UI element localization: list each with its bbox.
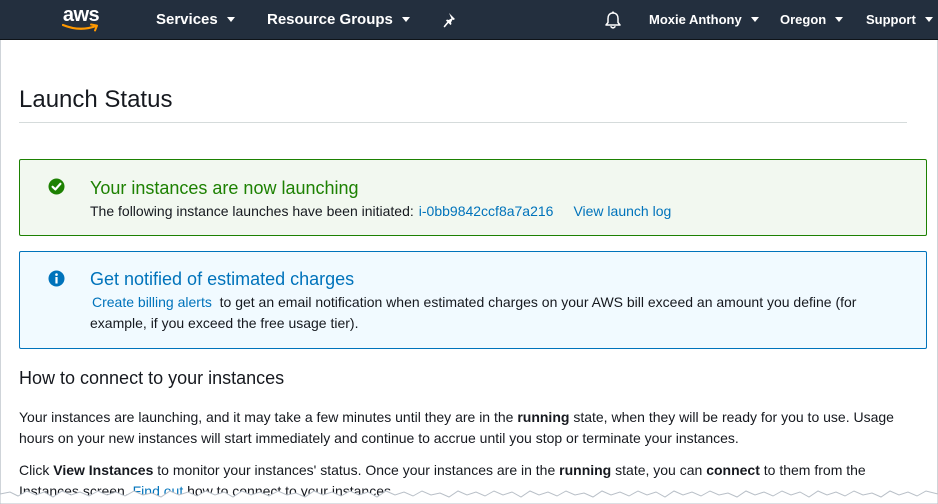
aws-smile-icon xyxy=(62,23,98,32)
user-name: Moxie Anthony xyxy=(649,12,742,27)
resource-groups-menu[interactable]: Resource Groups xyxy=(267,0,410,40)
region-menu[interactable]: Oregon xyxy=(780,0,844,40)
p2-view-instances: View Instances xyxy=(53,462,154,478)
aws-logo[interactable]: aws xyxy=(58,4,104,36)
bell-icon[interactable] xyxy=(604,11,622,30)
info-alert-body: Create billing alerts to get an email no… xyxy=(90,292,890,334)
support-label: Support xyxy=(866,12,916,27)
p2-text-a: Click xyxy=(19,462,50,478)
chevron-down-icon xyxy=(750,17,759,23)
check-circle-icon xyxy=(48,178,65,195)
create-billing-alerts-link[interactable]: Create billing alerts xyxy=(92,294,212,310)
p1-running: running xyxy=(517,409,570,425)
services-menu[interactable]: Services xyxy=(156,0,235,40)
top-navigation-bar: aws Services Resource Groups Moxie Antho… xyxy=(0,0,938,40)
region-name: Oregon xyxy=(780,12,827,27)
launch-success-alert: Your instances are now launching The fol… xyxy=(19,159,927,236)
success-alert-text: The following instance launches have bee… xyxy=(90,203,414,219)
chevron-down-icon xyxy=(924,17,933,23)
title-divider xyxy=(19,122,907,123)
instance-id-link[interactable]: i-0bb9842ccf8a7a216 xyxy=(419,203,554,219)
page-title: Launch Status xyxy=(19,86,173,113)
user-menu[interactable]: Moxie Anthony xyxy=(649,0,759,40)
p2-running: running xyxy=(559,462,612,478)
chevron-down-icon xyxy=(401,16,410,22)
p2-text-c: to monitor your instances' status. Once … xyxy=(157,462,556,478)
billing-info-alert: Get notified of estimated charges Create… xyxy=(19,251,927,349)
chevron-down-icon xyxy=(835,17,844,23)
services-label: Services xyxy=(156,11,218,28)
p2-connect: connect xyxy=(706,462,760,478)
success-alert-body: The following instance launches have bee… xyxy=(90,201,671,222)
info-circle-icon xyxy=(48,270,65,287)
torn-edge xyxy=(0,490,938,504)
success-alert-title: Your instances are now launching xyxy=(90,178,359,198)
pin-icon[interactable] xyxy=(443,12,459,28)
view-launch-log-link[interactable]: View launch log xyxy=(573,203,671,219)
info-alert-title: Get notified of estimated charges xyxy=(90,269,355,289)
support-menu[interactable]: Support xyxy=(866,0,933,40)
chevron-down-icon xyxy=(226,16,235,22)
connect-heading: How to connect to your instances xyxy=(19,368,285,388)
p2-text-e: state, you can xyxy=(615,462,703,478)
p1-text-a: Your instances are launching, and it may… xyxy=(19,409,514,425)
resource-groups-label: Resource Groups xyxy=(267,11,393,28)
connect-paragraph-1: Your instances are launching, and it may… xyxy=(19,407,909,449)
